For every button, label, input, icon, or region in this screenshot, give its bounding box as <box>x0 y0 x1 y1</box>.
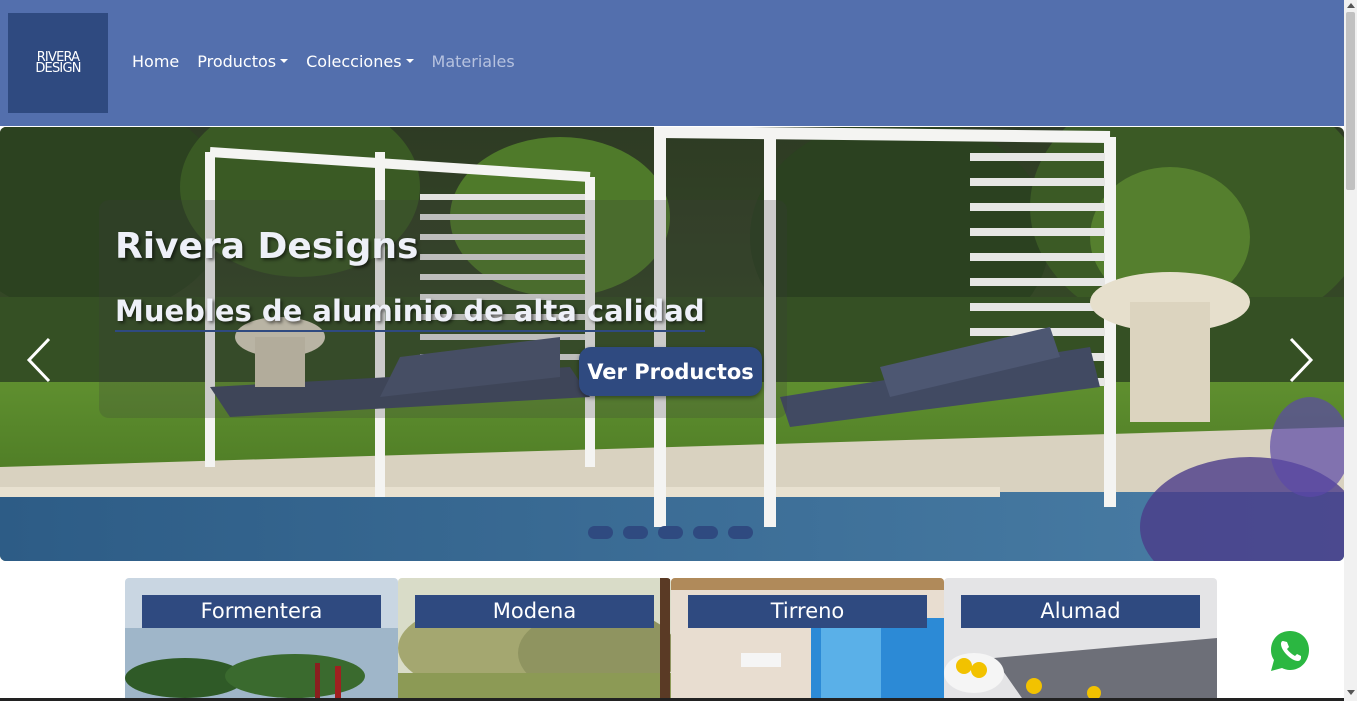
carousel-next-button[interactable] <box>1285 337 1315 383</box>
nav-item-materiales[interactable]: Materiales <box>432 52 515 71</box>
nav-item-label: Productos <box>197 52 277 71</box>
carousel-indicator[interactable] <box>588 526 613 539</box>
carousel-indicator[interactable] <box>623 526 648 539</box>
nav-item-colecciones[interactable]: Colecciones <box>306 52 414 71</box>
whatsapp-icon <box>1271 631 1309 671</box>
vertical-scrollbar[interactable] <box>1344 0 1357 701</box>
scroll-down-arrow-icon[interactable] <box>1347 690 1355 695</box>
carousel-indicator[interactable] <box>693 526 718 539</box>
scroll-thumb[interactable] <box>1346 12 1355 190</box>
carousel-indicator[interactable] <box>658 526 683 539</box>
navbar: RIVERA DESIGN Home Productos Colecciones… <box>0 0 1344 126</box>
logo-line-2: DESIGN <box>35 61 81 76</box>
hero-carousel <box>0 127 1344 561</box>
chevron-left-icon <box>26 337 51 383</box>
caret-down-icon <box>405 59 414 63</box>
ver-productos-button[interactable]: Ver Productos <box>579 347 762 396</box>
caret-down-icon <box>280 59 289 63</box>
collection-card-formentera[interactable]: Formentera <box>125 578 398 701</box>
collection-card-modena[interactable]: Modena <box>398 578 671 701</box>
collection-label: Alumad <box>961 595 1200 628</box>
hero-title: Rivera Designs <box>115 226 419 267</box>
collection-label: Formentera <box>142 595 381 628</box>
scroll-up-arrow-icon[interactable] <box>1347 3 1355 8</box>
collection-label: Tirreno <box>688 595 927 628</box>
brand-logo[interactable]: RIVERA DESIGN <box>8 13 108 113</box>
carousel-indicators <box>588 526 753 539</box>
nav-item-home[interactable]: Home <box>132 52 179 71</box>
collection-label: Modena <box>415 595 654 628</box>
nav-item-label: Materiales <box>431 52 515 71</box>
nav-item-label: Colecciones <box>306 52 402 71</box>
collection-card-alumad[interactable]: Alumad <box>944 578 1217 701</box>
collections-grid: Formentera Modena Tirreno Alumad <box>125 578 1217 701</box>
nav-item-productos[interactable]: Productos <box>197 52 289 71</box>
chevron-right-icon <box>1289 337 1314 383</box>
page: RIVERA DESIGN Home Productos Colecciones… <box>0 0 1357 701</box>
collection-card-tirreno[interactable]: Tirreno <box>671 578 944 701</box>
hero-subtitle: Muebles de aluminio de alta calidad <box>115 294 705 332</box>
whatsapp-button[interactable] <box>1269 629 1311 673</box>
carousel-prev-button[interactable] <box>25 337 55 383</box>
nav-menu: Home Productos Colecciones Materiales <box>132 52 533 71</box>
carousel-indicator[interactable] <box>728 526 753 539</box>
nav-item-label: Home <box>132 52 180 71</box>
